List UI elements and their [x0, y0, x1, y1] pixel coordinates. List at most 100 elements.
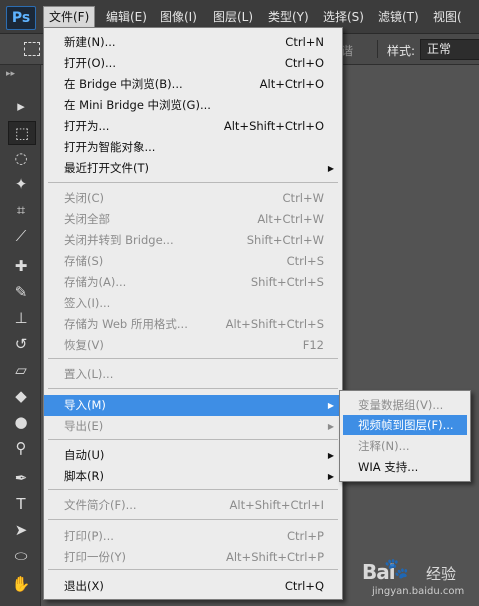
file-menu-item[interactable]: 打开为智能对象...: [44, 137, 342, 158]
menu-item-shortcut: Ctrl+O: [284, 56, 324, 70]
move-tool-icon[interactable]: ▸: [8, 95, 34, 117]
menu-item-4[interactable]: 类型(Y): [263, 7, 314, 27]
file-menu-item: 存储为(A)... Shift+Ctrl+S: [44, 272, 342, 293]
file-menu-item: 打印(P)... Ctrl+P: [44, 526, 342, 547]
submenu-arrow-icon: ▶: [327, 472, 334, 481]
menu-separator: [48, 489, 338, 490]
menu-item-shortcut: Ctrl+P: [286, 529, 324, 543]
dodge-tool-icon[interactable]: ⚲: [8, 437, 34, 459]
menu-separator: [48, 388, 338, 389]
options-divider: [377, 40, 378, 58]
menu-item-0[interactable]: 文件(F): [43, 6, 96, 28]
menu-separator: [48, 439, 338, 440]
menu-item-label: 签入(I)...: [64, 296, 111, 310]
file-menu-item[interactable]: 新建(N)... Ctrl+N: [44, 32, 342, 53]
photoshop-logo: Ps: [6, 6, 36, 30]
menu-item-2[interactable]: 图像(I): [155, 7, 202, 27]
watermark-brand-cn: 经验: [426, 565, 457, 583]
menu-item-label: 存储(S): [64, 254, 104, 268]
eraser-tool-icon[interactable]: ▱: [8, 359, 34, 381]
shape-tool-icon[interactable]: ⬭: [8, 545, 34, 567]
menu-item-label: 打印一份(Y): [64, 550, 126, 564]
file-menu-item[interactable]: 在 Mini Bridge 中浏览(G)...: [44, 95, 342, 116]
submenu-item-label: WIA 支持...: [358, 460, 419, 474]
menu-item-label: 打开为智能对象...: [64, 140, 156, 154]
style-label: 样式:: [387, 44, 416, 58]
menu-item-7[interactable]: 视图(: [428, 7, 467, 27]
history-brush-tool-icon[interactable]: ↺: [8, 333, 34, 355]
marquee-preset-icon[interactable]: [24, 42, 40, 56]
menu-separator: [48, 519, 338, 520]
menu-item-label: 在 Bridge 中浏览(B)...: [64, 77, 183, 91]
menu-item-shortcut: Shift+Ctrl+W: [246, 233, 324, 247]
menu-item-shortcut: Ctrl+N: [285, 35, 324, 49]
file-menu-item[interactable]: 打开为... Alt+Shift+Ctrl+O: [44, 116, 342, 137]
pen-tool-icon[interactable]: ✒: [8, 467, 34, 489]
import-submenu: 变量数据组(V)... 视频帧到图层(F)... 注释(N)... WIA 支持...: [339, 390, 471, 482]
panel-collapse-icon[interactable]: ▸▸: [6, 69, 15, 79]
baidu-paw-icon: 🐾: [384, 556, 409, 580]
import-submenu-item[interactable]: WIA 支持...: [343, 457, 467, 477]
paint-bucket-tool-icon[interactable]: ◆: [8, 385, 34, 407]
blur-tool-icon[interactable]: ●: [8, 411, 34, 433]
path-selection-tool-icon[interactable]: ➤: [8, 519, 34, 541]
healing-brush-tool-icon[interactable]: ✚: [8, 255, 34, 277]
menu-item-shortcut: Ctrl+S: [286, 254, 324, 268]
menu-item-label: 最近打开文件(T): [64, 161, 149, 175]
menu-item-shortcut: Alt+Ctrl+O: [259, 77, 324, 91]
file-menu-dropdown: 新建(N)... Ctrl+N 打开(O)... Ctrl+O 在 Bridge 中浏览…: [43, 27, 343, 600]
file-menu-item: 关闭(C) Ctrl+W: [44, 188, 342, 209]
file-menu-item: 关闭全部 Alt+Ctrl+W: [44, 209, 342, 230]
menu-item-6[interactable]: 滤镜(T): [373, 7, 424, 27]
menu-item-5[interactable]: 选择(S): [318, 7, 369, 27]
menu-item-shortcut: Alt+Shift+Ctrl+P: [225, 550, 324, 564]
file-menu-item[interactable]: 打开(O)... Ctrl+O: [44, 53, 342, 74]
file-menu-item: 恢复(V) F12: [44, 335, 342, 356]
menu-item-shortcut: Alt+Shift+Ctrl+I: [229, 498, 324, 512]
clone-stamp-tool-icon[interactable]: ⊥: [8, 307, 34, 329]
brush-tool-icon[interactable]: ✎: [8, 281, 34, 303]
file-menu-item[interactable]: 导入(M) ▶: [44, 395, 342, 416]
menu-item-shortcut: Alt+Shift+Ctrl+O: [223, 119, 324, 133]
menu-item-label: 脚本(R): [64, 469, 104, 483]
marquee-tool-icon[interactable]: ⬚: [8, 121, 36, 145]
watermark-url: jingyan.baidu.com: [372, 586, 465, 597]
submenu-item-label: 注释(N)...: [358, 439, 410, 453]
import-submenu-item: 变量数据组(V)...: [343, 395, 467, 415]
type-tool-icon[interactable]: T: [8, 493, 34, 515]
baidu-jingyan-watermark: Bai 🐾 经验 jingyan.baidu.com: [360, 550, 478, 606]
hand-tool-icon[interactable]: ✋: [8, 573, 34, 595]
menu-item-label: 关闭全部: [64, 212, 110, 226]
file-menu-item[interactable]: 脚本(R) ▶: [44, 466, 342, 487]
submenu-item-label: 视频帧到图层(F)...: [358, 418, 454, 432]
menu-item-label: 关闭(C): [64, 191, 105, 205]
menu-item-label: 存储为 Web 所用格式...: [64, 317, 188, 331]
menu-item-1[interactable]: 编辑(E): [101, 7, 152, 27]
file-menu-item[interactable]: 最近打开文件(T) ▶: [44, 158, 342, 179]
file-menu-item[interactable]: 在 Bridge 中浏览(B)... Alt+Ctrl+O: [44, 74, 342, 95]
menu-item-label: 关闭并转到 Bridge...: [64, 233, 174, 247]
file-menu-item: 关闭并转到 Bridge... Shift+Ctrl+W: [44, 230, 342, 251]
crop-tool-icon[interactable]: ⌗: [8, 199, 34, 221]
submenu-arrow-icon: ▶: [327, 422, 334, 431]
import-submenu-item[interactable]: 视频帧到图层(F)...: [343, 415, 467, 435]
file-menu-item[interactable]: 自动(U) ▶: [44, 445, 342, 466]
magic-wand-tool-icon[interactable]: ✦: [8, 173, 34, 195]
submenu-arrow-icon: ▶: [327, 451, 334, 460]
menu-item-label: 退出(X): [64, 579, 104, 593]
menu-item-shortcut: Alt+Shift+Ctrl+S: [225, 317, 324, 331]
eyedropper-tool-icon[interactable]: ⟋: [8, 225, 34, 247]
submenu-arrow-icon: ▶: [327, 401, 334, 410]
lasso-tool-icon[interactable]: ◌: [8, 147, 34, 169]
file-menu-item: 存储(S) Ctrl+S: [44, 251, 342, 272]
file-menu-item: 文件简介(F)... Alt+Shift+Ctrl+I: [44, 495, 342, 516]
menu-item-shortcut: Ctrl+Q: [284, 579, 324, 593]
style-select[interactable]: 正常: [420, 39, 479, 60]
file-menu-item[interactable]: 退出(X) Ctrl+Q: [44, 576, 342, 597]
menu-item-label: 导入(M): [64, 398, 106, 412]
menu-item-label: 恢复(V): [64, 338, 104, 352]
import-submenu-item: 注释(N)...: [343, 436, 467, 456]
file-menu-item: 导出(E) ▶: [44, 416, 342, 437]
menu-item-3[interactable]: 图层(L): [208, 7, 258, 27]
menu-item-shortcut: Shift+Ctrl+S: [250, 275, 324, 289]
